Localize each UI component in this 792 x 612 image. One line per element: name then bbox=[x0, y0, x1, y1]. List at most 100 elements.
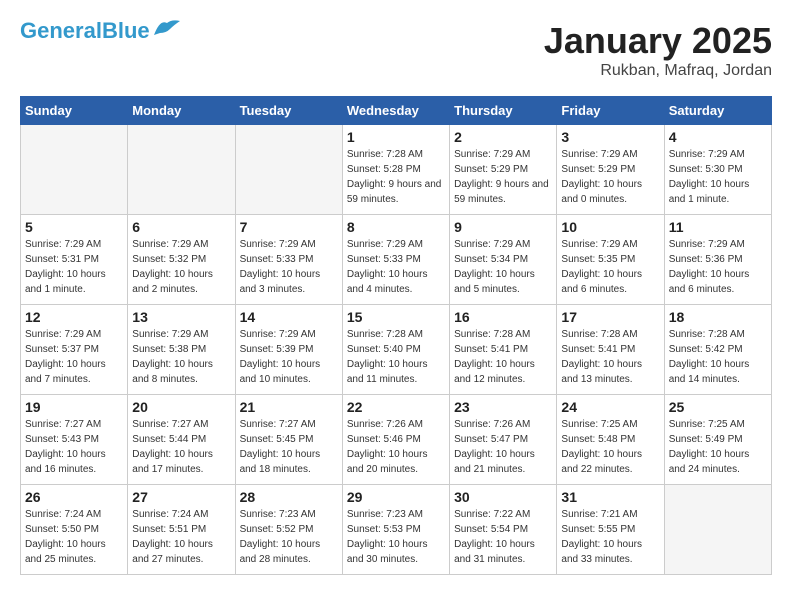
day-info: Sunrise: 7:29 AMSunset: 5:34 PMDaylight:… bbox=[454, 237, 552, 297]
day-info: Sunrise: 7:29 AMSunset: 5:39 PMDaylight:… bbox=[240, 327, 338, 387]
day-number: 27 bbox=[132, 489, 230, 505]
calendar-cell: 18 Sunrise: 7:28 AMSunset: 5:42 PMDayligh… bbox=[664, 305, 771, 395]
day-number: 8 bbox=[347, 219, 445, 235]
calendar-table: SundayMondayTuesdayWednesdayThursdayFrid… bbox=[20, 96, 772, 575]
day-number: 23 bbox=[454, 399, 552, 415]
logo-text: GeneralBlue bbox=[20, 20, 150, 42]
day-number: 31 bbox=[561, 489, 659, 505]
weekday-header: Thursday bbox=[450, 97, 557, 125]
calendar-cell bbox=[235, 125, 342, 215]
day-number: 21 bbox=[240, 399, 338, 415]
day-info: Sunrise: 7:28 AMSunset: 5:28 PMDaylight:… bbox=[347, 147, 445, 207]
calendar-cell: 29Sunrise: 7:23 AMSunset: 5:53 PMDayligh… bbox=[342, 485, 449, 575]
day-number: 20 bbox=[132, 399, 230, 415]
day-number: 15 bbox=[347, 309, 445, 325]
calendar-cell: 16Sunrise: 7:28 AMSunset: 5:41 PMDayligh… bbox=[450, 305, 557, 395]
day-number: 25 bbox=[669, 399, 767, 415]
weekday-header: Friday bbox=[557, 97, 664, 125]
weekday-header: Saturday bbox=[664, 97, 771, 125]
day-number: 5 bbox=[25, 219, 123, 235]
calendar-cell: 28 Sunrise: 7:23 AMSunset: 5:52 PMDayligh… bbox=[235, 485, 342, 575]
day-info: Sunrise: 7:29 AMSunset: 5:33 PMDaylight:… bbox=[240, 237, 338, 297]
calendar-cell: 19 Sunrise: 7:27 AMSunset: 5:43 PMDayligh… bbox=[21, 395, 128, 485]
day-info: Sunrise: 7:29 AMSunset: 5:31 PMDaylight:… bbox=[25, 237, 123, 297]
day-info: Sunrise: 7:29 AMSunset: 5:32 PMDaylight:… bbox=[132, 237, 230, 297]
day-info: Sunrise: 7:29 AMSunset: 5:37 PMDaylight:… bbox=[25, 327, 123, 387]
day-number: 7 bbox=[240, 219, 338, 235]
calendar-week-row: 12Sunrise: 7:29 AMSunset: 5:37 PMDayligh… bbox=[21, 305, 772, 395]
calendar-cell: 23 Sunrise: 7:26 AMSunset: 5:47 PMDayligh… bbox=[450, 395, 557, 485]
page-header: GeneralBlue January 2025 Rukban, Mafraq,… bbox=[20, 20, 772, 80]
day-number: 19 bbox=[25, 399, 123, 415]
day-number: 14 bbox=[240, 309, 338, 325]
day-info: Sunrise: 7:29 AMSunset: 5:35 PMDaylight:… bbox=[561, 237, 659, 297]
calendar-week-row: 1 Sunrise: 7:28 AMSunset: 5:28 PMDaylight… bbox=[21, 125, 772, 215]
month-title: January 2025 bbox=[544, 20, 772, 62]
calendar-cell bbox=[128, 125, 235, 215]
day-info: Sunrise: 7:25 AMSunset: 5:48 PMDaylight:… bbox=[561, 417, 659, 477]
calendar-cell: 12Sunrise: 7:29 AMSunset: 5:37 PMDayligh… bbox=[21, 305, 128, 395]
day-info: Sunrise: 7:29 AMSunset: 5:29 PMDaylight:… bbox=[454, 147, 552, 207]
logo: GeneralBlue bbox=[20, 20, 182, 42]
day-number: 1 bbox=[347, 129, 445, 145]
day-info: Sunrise: 7:23 AMSunset: 5:52 PMDaylight:… bbox=[240, 507, 338, 567]
calendar-cell: 10Sunrise: 7:29 AMSunset: 5:35 PMDayligh… bbox=[557, 215, 664, 305]
day-number: 16 bbox=[454, 309, 552, 325]
weekday-header-row: SundayMondayTuesdayWednesdayThursdayFrid… bbox=[21, 97, 772, 125]
day-info: Sunrise: 7:22 AMSunset: 5:54 PMDaylight:… bbox=[454, 507, 552, 567]
calendar-cell: 31 Sunrise: 7:21 AMSunset: 5:55 PMDayligh… bbox=[557, 485, 664, 575]
day-info: Sunrise: 7:29 AMSunset: 5:38 PMDaylight:… bbox=[132, 327, 230, 387]
day-info: Sunrise: 7:24 AMSunset: 5:50 PMDaylight:… bbox=[25, 507, 123, 567]
day-info: Sunrise: 7:26 AMSunset: 5:47 PMDaylight:… bbox=[454, 417, 552, 477]
day-number: 18 bbox=[669, 309, 767, 325]
calendar-week-row: 26Sunrise: 7:24 AMSunset: 5:50 PMDayligh… bbox=[21, 485, 772, 575]
day-number: 22 bbox=[347, 399, 445, 415]
day-info: Sunrise: 7:28 AMSunset: 5:41 PMDaylight:… bbox=[561, 327, 659, 387]
day-info: Sunrise: 7:27 AMSunset: 5:43 PMDaylight:… bbox=[25, 417, 123, 477]
day-info: Sunrise: 7:27 AMSunset: 5:45 PMDaylight:… bbox=[240, 417, 338, 477]
day-info: Sunrise: 7:27 AMSunset: 5:44 PMDaylight:… bbox=[132, 417, 230, 477]
title-block: January 2025 Rukban, Mafraq, Jordan bbox=[544, 20, 772, 80]
day-number: 2 bbox=[454, 129, 552, 145]
day-info: Sunrise: 7:28 AMSunset: 5:42 PMDaylight:… bbox=[669, 327, 767, 387]
calendar-cell: 26Sunrise: 7:24 AMSunset: 5:50 PMDayligh… bbox=[21, 485, 128, 575]
day-info: Sunrise: 7:21 AMSunset: 5:55 PMDaylight:… bbox=[561, 507, 659, 567]
calendar-cell: 6 Sunrise: 7:29 AMSunset: 5:32 PMDaylight… bbox=[128, 215, 235, 305]
calendar-cell: 2 Sunrise: 7:29 AMSunset: 5:29 PMDaylight… bbox=[450, 125, 557, 215]
weekday-header: Wednesday bbox=[342, 97, 449, 125]
day-info: Sunrise: 7:29 AMSunset: 5:30 PMDaylight:… bbox=[669, 147, 767, 207]
logo-general: General bbox=[20, 18, 102, 43]
calendar-cell: 11 Sunrise: 7:29 AMSunset: 5:36 PMDayligh… bbox=[664, 215, 771, 305]
day-info: Sunrise: 7:23 AMSunset: 5:53 PMDaylight:… bbox=[347, 507, 445, 567]
calendar-cell: 22 Sunrise: 7:26 AMSunset: 5:46 PMDayligh… bbox=[342, 395, 449, 485]
day-number: 11 bbox=[669, 219, 767, 235]
day-number: 13 bbox=[132, 309, 230, 325]
calendar-cell: 1 Sunrise: 7:28 AMSunset: 5:28 PMDaylight… bbox=[342, 125, 449, 215]
calendar-cell bbox=[664, 485, 771, 575]
calendar-cell: 15 Sunrise: 7:28 AMSunset: 5:40 PMDayligh… bbox=[342, 305, 449, 395]
day-number: 6 bbox=[132, 219, 230, 235]
day-info: Sunrise: 7:26 AMSunset: 5:46 PMDaylight:… bbox=[347, 417, 445, 477]
calendar-cell: 4 Sunrise: 7:29 AMSunset: 5:30 PMDaylight… bbox=[664, 125, 771, 215]
calendar-cell: 3Sunrise: 7:29 AMSunset: 5:29 PMDaylight… bbox=[557, 125, 664, 215]
calendar-cell: 9Sunrise: 7:29 AMSunset: 5:34 PMDaylight… bbox=[450, 215, 557, 305]
day-number: 28 bbox=[240, 489, 338, 505]
calendar-cell: 17 Sunrise: 7:28 AMSunset: 5:41 PMDayligh… bbox=[557, 305, 664, 395]
logo-bird-icon bbox=[152, 17, 182, 39]
day-number: 4 bbox=[669, 129, 767, 145]
weekday-header: Tuesday bbox=[235, 97, 342, 125]
calendar-cell: 27Sunrise: 7:24 AMSunset: 5:51 PMDayligh… bbox=[128, 485, 235, 575]
day-info: Sunrise: 7:28 AMSunset: 5:40 PMDaylight:… bbox=[347, 327, 445, 387]
day-info: Sunrise: 7:29 AMSunset: 5:36 PMDaylight:… bbox=[669, 237, 767, 297]
calendar-cell: 7 Sunrise: 7:29 AMSunset: 5:33 PMDaylight… bbox=[235, 215, 342, 305]
calendar-cell: 8Sunrise: 7:29 AMSunset: 5:33 PMDaylight… bbox=[342, 215, 449, 305]
calendar-cell: 20 Sunrise: 7:27 AMSunset: 5:44 PMDayligh… bbox=[128, 395, 235, 485]
weekday-header: Monday bbox=[128, 97, 235, 125]
calendar-cell: 14 Sunrise: 7:29 AMSunset: 5:39 PMDayligh… bbox=[235, 305, 342, 395]
day-number: 17 bbox=[561, 309, 659, 325]
calendar-cell: 30Sunrise: 7:22 AMSunset: 5:54 PMDayligh… bbox=[450, 485, 557, 575]
calendar-week-row: 5 Sunrise: 7:29 AMSunset: 5:31 PMDaylight… bbox=[21, 215, 772, 305]
calendar-cell: 21 Sunrise: 7:27 AMSunset: 5:45 PMDayligh… bbox=[235, 395, 342, 485]
calendar-cell: 13 Sunrise: 7:29 AMSunset: 5:38 PMDayligh… bbox=[128, 305, 235, 395]
calendar-cell bbox=[21, 125, 128, 215]
